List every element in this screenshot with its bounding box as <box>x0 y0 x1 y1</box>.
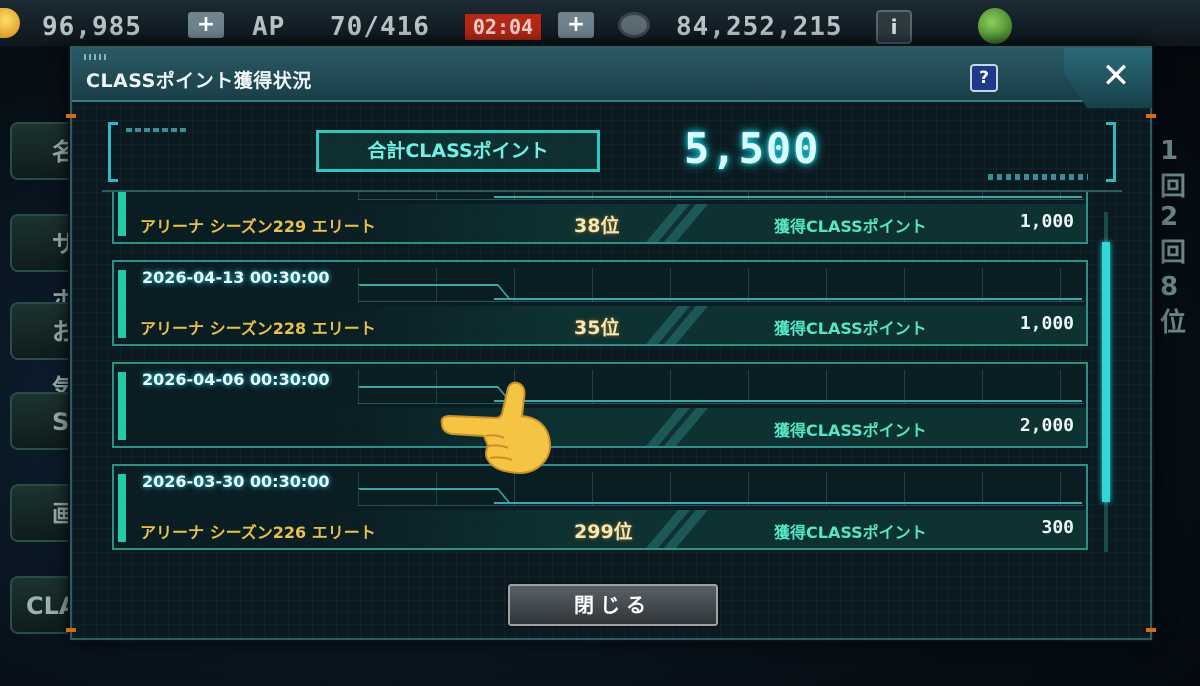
entry-accent-bar <box>118 192 126 236</box>
entry-rank: 38位 <box>574 215 620 237</box>
entry-accent-bar <box>118 372 126 440</box>
entry-date: 2026-03-30 00:30:00 <box>142 472 330 491</box>
bg-right-item: 2回 <box>1148 202 1200 268</box>
dialog-header: CLASSポイント獲得状況 ? <box>72 48 1150 102</box>
entry-date: 2026-04-13 00:30:00 <box>142 268 330 287</box>
money-value: 84,252,215 <box>676 12 843 42</box>
entry-rank: 299位 <box>574 521 633 543</box>
entry-stripe <box>334 510 1086 548</box>
ap-label: AP <box>252 12 286 42</box>
list-item: 2026-03-30 00:30:00 アリーナ シーズン226 エリート 29… <box>112 464 1088 550</box>
help-icon[interactable]: ? <box>970 64 998 92</box>
close-button[interactable]: 閉じる <box>508 584 718 626</box>
entry-name: アリーナ シーズン226 エリート <box>140 523 376 542</box>
ap-value: 70/416 <box>330 12 430 42</box>
entry-accent-bar <box>118 270 126 338</box>
side-tick <box>66 628 76 632</box>
entry-line <box>494 196 1082 198</box>
total-points-value: 5,500 <box>684 124 821 173</box>
list-item: 2026-04-13 00:30:00 アリーナ シーズン228 エリート 35… <box>112 260 1088 346</box>
entry-accent-bar <box>118 474 126 542</box>
entry-rank: 35位 <box>574 317 620 339</box>
stamina-value: 96,985 <box>42 12 142 42</box>
class-points-dialog: CLASSポイント獲得状況 ? ✕ 合計CLASSポイント 5,500 アリーナ… <box>66 46 1156 640</box>
side-tick <box>66 114 76 118</box>
entry-points-label: 獲得CLASSポイント <box>774 217 927 236</box>
scrollbar-thumb[interactable] <box>1102 242 1110 502</box>
panel-decoration <box>988 174 1088 180</box>
entry-line <box>358 488 512 504</box>
entry-date: 2026-04-06 00:30:00 <box>142 370 330 389</box>
bracket <box>108 122 118 182</box>
entry-points-label: 獲得CLASSポイント <box>774 523 927 542</box>
total-points-label: 合計CLASSポイント <box>316 130 600 172</box>
entry-name: アリーナ シーズン229 エリート <box>140 217 376 236</box>
bg-right-item: 1回 <box>1148 136 1200 202</box>
entry-points-label: 獲得CLASSポイント <box>774 421 927 440</box>
side-tick <box>1146 628 1156 632</box>
game-screen: 96,985 + AP 70/416 02:04 + 84,252,215 i … <box>0 0 1200 686</box>
dialog-title: CLASSポイント獲得状況 <box>86 70 312 92</box>
stamina-orb-icon <box>0 8 20 38</box>
points-history-list[interactable]: アリーナ シーズン229 エリート 38位 獲得CLASSポイント 1,000 … <box>102 190 1122 570</box>
panel-decoration <box>126 128 186 132</box>
list-item: 2026-04-06 00:30:00 獲得CLASSポイント 2,000 <box>112 362 1088 448</box>
entry-line <box>494 400 1082 402</box>
entry-grid <box>358 192 1084 200</box>
list-item: アリーナ シーズン229 エリート 38位 獲得CLASSポイント 1,000 <box>112 192 1088 244</box>
pointing-hand-emoji <box>440 381 551 474</box>
entry-points-value: 1,000 <box>1019 313 1074 334</box>
avatar-icon[interactable] <box>978 8 1012 44</box>
header-decoration <box>84 54 106 60</box>
total-points-panel: 合計CLASSポイント 5,500 <box>108 118 1116 192</box>
info-button[interactable]: i <box>876 10 912 44</box>
entry-points-value: 300 <box>1041 517 1074 538</box>
entry-points-value: 2,000 <box>1019 415 1074 436</box>
add-ap-button[interactable]: + <box>558 12 594 38</box>
entry-stripe <box>334 306 1086 344</box>
entry-line <box>494 502 1082 504</box>
entry-points-value: 1,000 <box>1019 211 1074 232</box>
ap-timer: 02:04 <box>465 14 541 40</box>
coin-icon <box>618 12 650 38</box>
entry-name: アリーナ シーズン228 エリート <box>140 319 376 338</box>
bg-right-item: 8位 <box>1148 272 1200 338</box>
side-tick <box>1146 114 1156 118</box>
bracket <box>1106 122 1116 182</box>
status-bar: 96,985 + AP 70/416 02:04 + 84,252,215 i <box>0 0 1200 46</box>
entry-line <box>358 284 512 300</box>
entry-stripe <box>334 204 1086 242</box>
add-stamina-button[interactable]: + <box>188 12 224 38</box>
entry-points-label: 獲得CLASSポイント <box>774 319 927 338</box>
entry-line <box>494 298 1082 300</box>
